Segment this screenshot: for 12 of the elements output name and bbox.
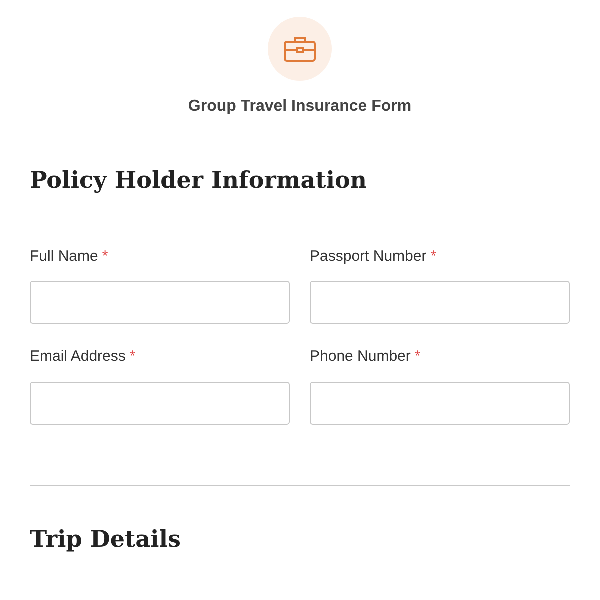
section-heading: Trip Details xyxy=(30,526,182,554)
field-label: Phone Number * xyxy=(310,347,422,368)
field-label: Passport Number * xyxy=(310,246,438,267)
field-label: Full Name * xyxy=(30,246,110,267)
input-field[interactable] xyxy=(30,281,290,324)
section-heading: Policy Holder Information xyxy=(30,167,368,195)
briefcase-icon xyxy=(284,36,316,62)
input-field[interactable] xyxy=(310,382,570,425)
input-field[interactable] xyxy=(30,382,290,425)
form-title: Group Travel Insurance Form xyxy=(188,97,412,117)
input-field[interactable] xyxy=(310,281,570,324)
field-label: Email Address * xyxy=(30,347,137,368)
